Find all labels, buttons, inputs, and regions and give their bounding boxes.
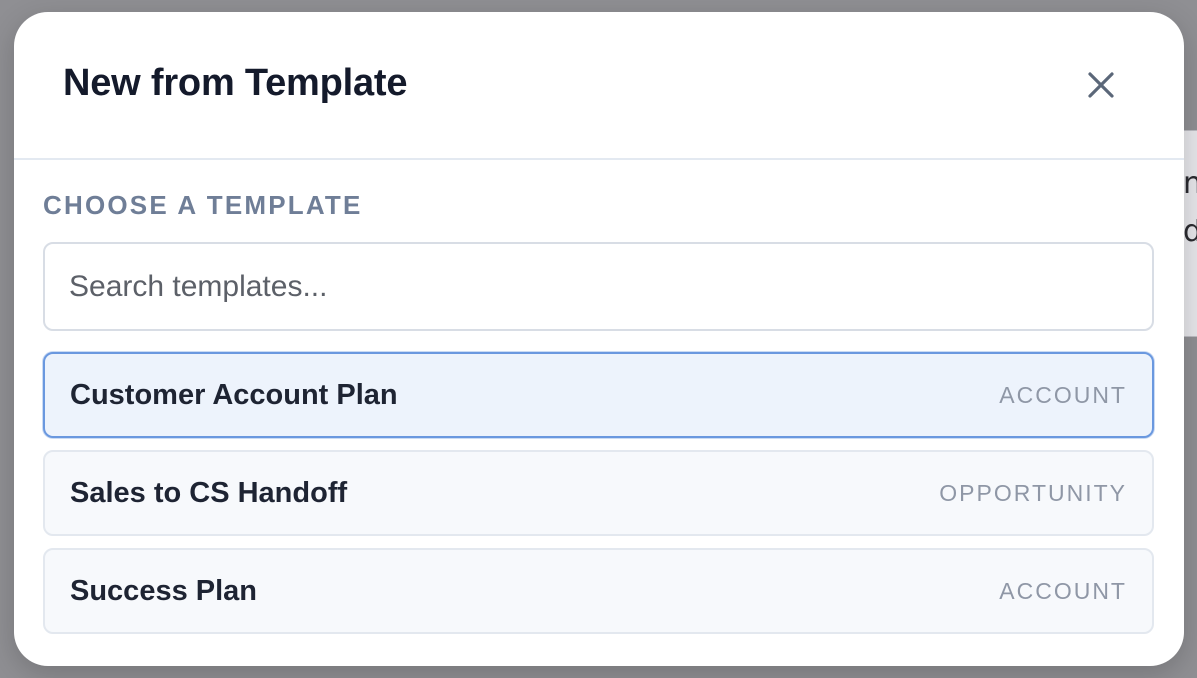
close-button[interactable]: [1080, 64, 1122, 106]
template-type-badge: ACCOUNT: [999, 577, 1127, 604]
template-item-sales-to-cs-handoff[interactable]: Sales to CS Handoff OPPORTUNITY: [43, 450, 1154, 536]
close-icon: [1088, 72, 1114, 98]
modal-title: New from Template: [63, 62, 408, 104]
template-name: Sales to CS Handoff: [70, 476, 348, 509]
new-from-template-modal: New from Template CHOOSE A TEMPLATE Cust…: [14, 12, 1184, 666]
background-text-fragment: d: [1183, 219, 1197, 245]
search-templates-input[interactable]: [43, 242, 1154, 331]
template-name: Customer Account Plan: [70, 378, 398, 411]
template-item-customer-account-plan[interactable]: Customer Account Plan ACCOUNT: [43, 352, 1154, 438]
template-type-badge: OPPORTUNITY: [939, 479, 1127, 506]
template-type-badge: ACCOUNT: [999, 381, 1127, 408]
background-text-fragment: n: [1183, 171, 1197, 197]
section-label: CHOOSE A TEMPLATE: [43, 190, 363, 220]
modal-header: New from Template: [14, 12, 1184, 160]
modal-body: CHOOSE A TEMPLATE Customer Account Plan …: [43, 188, 1155, 646]
template-name: Success Plan: [70, 574, 257, 607]
template-list: Customer Account Plan ACCOUNT Sales to C…: [43, 352, 1155, 634]
template-item-success-plan[interactable]: Success Plan ACCOUNT: [43, 548, 1154, 634]
